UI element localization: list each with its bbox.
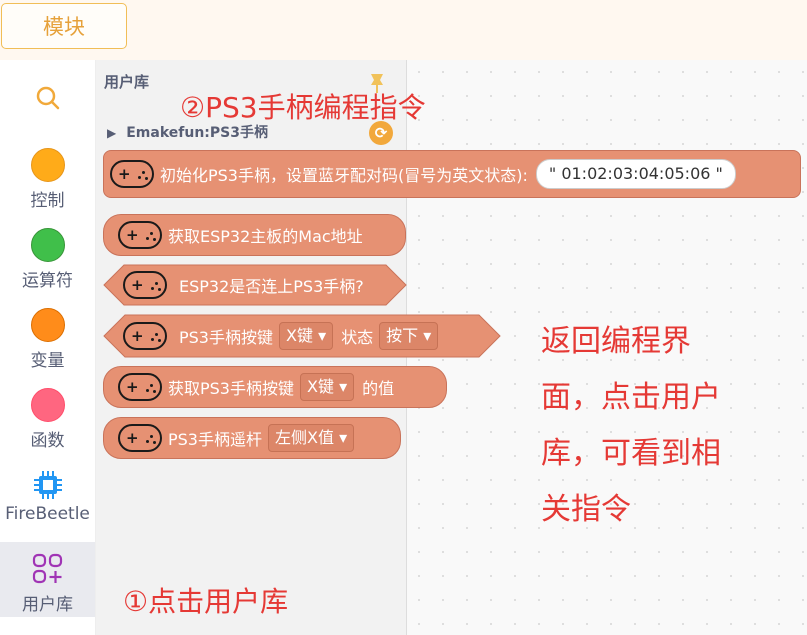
block-button-state[interactable]: + PS3手柄按键 X键 ▾ 状态 按下 ▾ — [103, 314, 501, 358]
gamepad-icon: + — [118, 424, 162, 452]
block-is-connected[interactable]: + ESP32是否连上PS3手柄? — [103, 264, 407, 306]
block-text: PS3手柄遥杆 — [168, 430, 262, 449]
block-text: 获取PS3手柄按键 — [168, 379, 294, 398]
block-get-mac[interactable]: + 获取ESP32主板的Mac地址 — [103, 214, 406, 256]
chevron-down-icon: ▾ — [423, 326, 432, 345]
category-label: 用户库 — [22, 595, 73, 615]
state-dropdown[interactable]: 按下 ▾ — [379, 322, 439, 350]
chevron-down-icon: ▾ — [318, 326, 327, 345]
annotation-step1: ①点击用户库 — [123, 585, 289, 618]
search-button[interactable] — [0, 85, 95, 111]
block-button-value[interactable]: + 获取PS3手柄按键 X键 ▾ 的值 — [103, 366, 447, 408]
annotation-note-line: 面，点击用户 — [541, 380, 721, 415]
category-label: 变量 — [30, 351, 65, 371]
key-dropdown-value: X键 — [286, 326, 313, 345]
gamepad-icon: + — [123, 271, 167, 299]
chevron-down-icon: ▾ — [339, 377, 348, 396]
category-dot — [30, 388, 65, 422]
gamepad-icon: + — [123, 322, 167, 350]
search-icon — [36, 86, 59, 110]
axis-dropdown[interactable]: 左侧X值 ▾ — [268, 424, 355, 452]
key-dropdown-value: X键 — [307, 377, 334, 396]
chevron-down-icon: ▾ — [339, 428, 348, 447]
block-joystick[interactable]: + PS3手柄遥杆 左侧X值 ▾ — [103, 417, 401, 459]
annotation-note-line: 库，可看到相 — [541, 436, 721, 471]
chip-icon — [33, 471, 62, 499]
block-text: 获取ESP32主板的Mac地址 — [168, 227, 363, 246]
category-label: 控制 — [30, 191, 65, 211]
category-sidebar: 控制 运算符 变量 函数 FireBeetle 用户库 — [0, 60, 96, 635]
tab-modules[interactable]: 模块 — [1, 3, 127, 49]
block-init-ps3[interactable]: + 初始化PS3手柄，设置蓝牙配对码(冒号为英文状态): " 01:02:03:… — [103, 150, 801, 198]
top-bar: 模块 — [0, 0, 807, 61]
gamepad-icon: + — [118, 221, 162, 249]
category-dot — [30, 228, 65, 262]
annotation-note-line: 返回编程界 — [541, 324, 691, 359]
category-variables[interactable]: 变量 — [0, 308, 95, 371]
annotation-note-line: 关指令 — [541, 492, 631, 527]
gamepad-icon: + — [118, 373, 162, 401]
state-dropdown-value: 按下 — [386, 326, 419, 345]
axis-dropdown-value: 左侧X值 — [275, 428, 334, 447]
expand-triangle-icon: ▶ — [107, 126, 117, 140]
block-text: ESP32是否连上PS3手柄? — [179, 277, 364, 296]
library-category-label: Emakefun:PS3手柄 — [126, 125, 268, 141]
block-suffix: 的值 — [362, 379, 395, 398]
category-operators[interactable]: 运算符 — [0, 228, 95, 291]
key-dropdown[interactable]: X键 ▾ — [300, 373, 355, 401]
category-dot — [30, 148, 65, 182]
category-firebeetle[interactable]: FireBeetle — [0, 468, 95, 524]
block-text: PS3手柄按键 — [179, 328, 273, 347]
category-control[interactable]: 控制 — [0, 148, 95, 211]
annotation-step2: ②PS3手柄编程指令 — [180, 91, 426, 124]
key-dropdown[interactable]: X键 ▾ — [279, 322, 334, 350]
category-label: 运算符 — [22, 271, 73, 291]
user-library-icon — [32, 553, 62, 584]
block-text: 初始化PS3手柄，设置蓝牙配对码(冒号为英文状态): — [160, 166, 528, 185]
category-user-library[interactable]: 用户库 — [0, 542, 95, 617]
state-label: 状态 — [341, 328, 374, 347]
category-label: 函数 — [30, 431, 65, 451]
category-functions[interactable]: 函数 — [0, 388, 95, 451]
gamepad-icon: + — [110, 160, 154, 188]
pairing-code-input[interactable]: " 01:02:03:04:05:06 " — [535, 159, 736, 189]
flyout-title: 用户库 — [104, 73, 150, 91]
category-dot — [30, 308, 65, 342]
category-label: FireBeetle — [5, 504, 90, 524]
